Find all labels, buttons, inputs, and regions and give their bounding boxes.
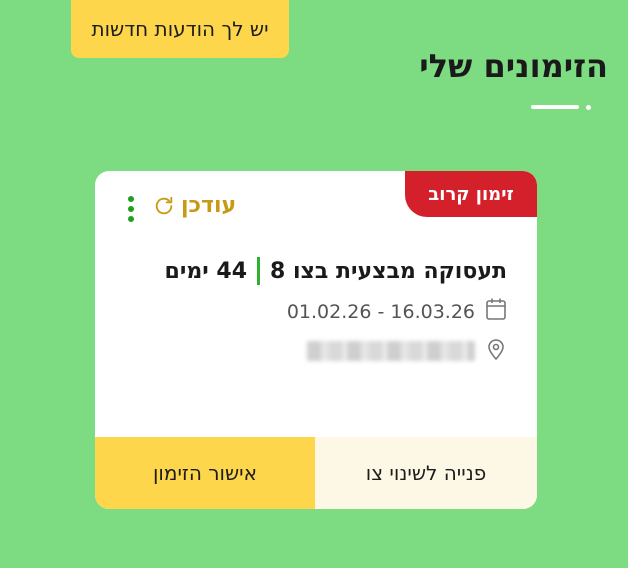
date-range: 01.02.26 - 16.03.26: [286, 300, 475, 323]
card-actions: אישור הזימון פנייה לשינוי צו: [95, 437, 537, 509]
updated-indicator[interactable]: עודכן: [153, 193, 236, 218]
summons-card: זימון קרוב עודכן תעסוקה מבצעית בצו 8 44 …: [95, 171, 537, 509]
more-options-icon[interactable]: [127, 196, 135, 222]
title-underline: [531, 105, 579, 109]
location-row: [307, 338, 505, 364]
title-dot: [586, 105, 591, 110]
date-row: 01.02.26 - 16.03.26: [287, 297, 507, 326]
request-change-button[interactable]: פנייה לשינוי צו: [315, 437, 537, 509]
course-headline: תעסוקה מבצעית בצו 8 44 ימים: [165, 257, 507, 285]
badge-label: זימון קרוב: [428, 183, 514, 205]
location-address-blurred: [307, 341, 475, 361]
refresh-icon: [153, 195, 175, 217]
course-days: 44 ימים: [164, 258, 248, 284]
new-messages-banner[interactable]: יש לך הודעות חדשות: [71, 0, 289, 58]
upcoming-summons-badge: זימון קרוב: [405, 171, 537, 217]
calendar-icon: [485, 297, 507, 326]
updated-label: עודכן: [181, 193, 237, 218]
location-pin-icon: [487, 338, 505, 364]
new-messages-label: יש לך הודעות חדשות: [91, 17, 269, 41]
request-change-label: פנייה לשינוי צו: [365, 461, 487, 485]
headline-divider: [257, 257, 261, 285]
confirm-summons-label: אישור הזימון: [152, 461, 258, 485]
page-title: הזימונים שלי: [419, 47, 608, 85]
confirm-summons-button[interactable]: אישור הזימון: [95, 437, 315, 509]
course-name: תעסוקה מבצעית בצו 8: [270, 258, 507, 284]
